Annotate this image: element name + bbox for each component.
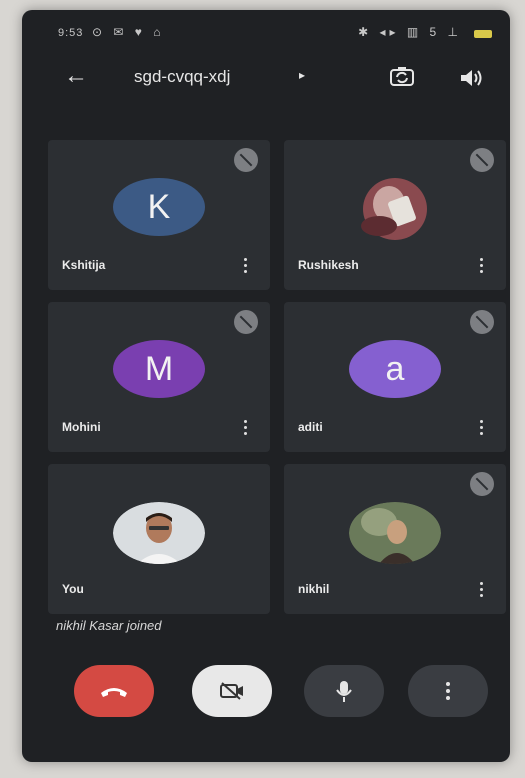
back-arrow-icon[interactable]: ← xyxy=(64,62,88,90)
participant-name: nikhil xyxy=(298,582,330,596)
avatar: a xyxy=(349,340,441,398)
more-vert-icon[interactable] xyxy=(244,258,248,274)
participant-tile-self[interactable]: You xyxy=(48,464,270,614)
more-vert-icon[interactable] xyxy=(480,258,484,274)
speaker-icon[interactable] xyxy=(458,67,484,89)
clock: 9:53 xyxy=(58,27,84,39)
avatar-photo xyxy=(349,502,441,564)
phone-screen: 9:53 ⊙ ✉ ♥ ⌂ ✱ ◂▸ ▥ 5 ⊥ ← sgd-cvqq-xdj ▸… xyxy=(22,10,510,762)
participant-name: Kshitija xyxy=(62,258,106,272)
more-vert-icon[interactable] xyxy=(244,420,248,436)
microphone-button[interactable] xyxy=(304,665,384,717)
end-call-button[interactable] xyxy=(74,665,154,717)
participant-tile[interactable]: K Kshitija xyxy=(48,140,270,290)
avatar-photo xyxy=(113,502,205,564)
participant-tile[interactable]: M Mohini xyxy=(48,302,270,452)
meeting-code[interactable]: sgd-cvqq-xdj xyxy=(134,67,230,87)
muted-mic-icon xyxy=(470,472,494,496)
more-vert-icon xyxy=(446,682,450,700)
more-vert-icon[interactable] xyxy=(480,582,484,598)
muted-mic-icon xyxy=(234,310,258,334)
join-notification: nikhil Kasar joined xyxy=(56,618,162,633)
muted-mic-icon xyxy=(234,148,258,172)
camera-off-button[interactable] xyxy=(192,665,272,717)
call-header: ← sgd-cvqq-xdj ▸ xyxy=(22,58,510,108)
hang-up-icon xyxy=(101,688,127,697)
system-icons: ✱ ◂▸ ▥ 5 ⊥ xyxy=(358,25,462,39)
switch-camera-icon[interactable] xyxy=(388,65,416,89)
participant-name: Mohini xyxy=(62,420,101,434)
status-bar: 9:53 ⊙ ✉ ♥ ⌂ ✱ ◂▸ ▥ 5 ⊥ xyxy=(22,10,510,50)
more-vert-icon[interactable] xyxy=(480,420,484,436)
microphone-icon xyxy=(336,681,352,702)
avatar: M xyxy=(113,340,205,398)
caret-right-icon[interactable]: ▸ xyxy=(299,68,305,82)
participant-tile[interactable]: nikhil xyxy=(284,464,506,614)
participant-name: aditi xyxy=(298,420,323,434)
battery-icon xyxy=(474,30,492,38)
camera-off-icon xyxy=(220,682,243,700)
participant-name: Rushikesh xyxy=(298,258,359,272)
notification-icons: ⊙ ✉ ♥ ⌂ xyxy=(92,25,165,39)
avatar-photo xyxy=(349,178,441,240)
muted-mic-icon xyxy=(470,310,494,334)
participant-name: You xyxy=(62,582,84,596)
more-options-button[interactable] xyxy=(408,665,488,717)
participant-tile[interactable]: Rushikesh xyxy=(284,140,506,290)
avatar: K xyxy=(113,178,205,236)
muted-mic-icon xyxy=(470,148,494,172)
participant-tile[interactable]: a aditi xyxy=(284,302,506,452)
